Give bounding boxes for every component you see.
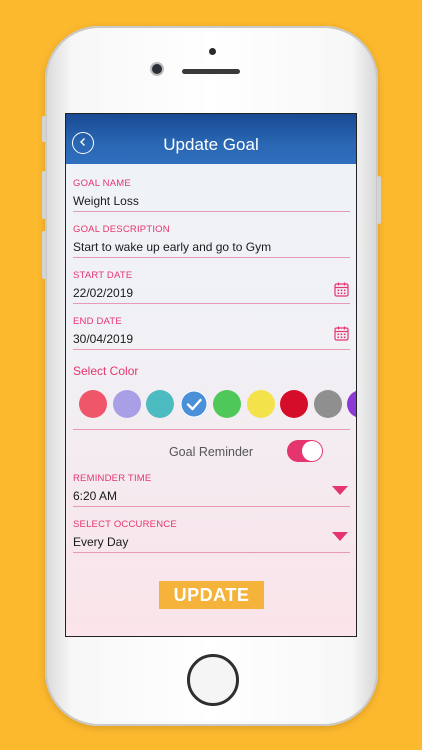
start-date-field[interactable]: 22/02/2019	[73, 286, 133, 300]
dropdown-arrow-icon[interactable]	[332, 532, 348, 541]
end-date-field[interactable]: 30/04/2019	[73, 332, 133, 346]
occurrence-label: SELECT OCCURENCE	[73, 519, 177, 530]
end-date-label: END DATE	[73, 316, 122, 327]
page-title: Update Goal	[163, 135, 259, 154]
color-swatch[interactable]	[347, 390, 356, 418]
color-swatch[interactable]	[246, 390, 275, 418]
divider	[73, 303, 350, 304]
front-camera	[152, 64, 162, 74]
divider	[73, 257, 350, 258]
app-screen: Update Goal GOAL NAME Weight Loss GOAL D…	[65, 113, 357, 637]
volume-down-button	[42, 231, 46, 279]
color-swatch[interactable]	[213, 390, 241, 418]
goal-description-field[interactable]: Start to wake up early and go to Gym	[73, 240, 271, 254]
goal-reminder-toggle[interactable]	[287, 440, 323, 462]
reminder-time-label: REMINDER TIME	[73, 473, 152, 484]
checkmark-icon	[180, 398, 208, 422]
toggle-knob	[302, 441, 322, 461]
color-swatch[interactable]	[146, 390, 174, 418]
divider	[73, 552, 350, 553]
goal-description-label: GOAL DESCRIPTION	[73, 224, 170, 235]
color-swatch[interactable]	[179, 390, 208, 418]
start-date-label: START DATE	[73, 270, 133, 281]
proximity-sensor	[209, 48, 216, 55]
power-button	[377, 176, 381, 224]
select-color-label: Select Color	[73, 364, 139, 378]
calendar-icon[interactable]	[334, 326, 349, 341]
navigation-bar: Update Goal	[66, 114, 356, 164]
volume-up-button	[42, 171, 46, 219]
goal-name-field[interactable]: Weight Loss	[73, 194, 139, 208]
update-button[interactable]: UPDATE	[159, 581, 264, 609]
divider	[73, 349, 350, 350]
color-swatch[interactable]	[112, 390, 141, 418]
occurrence-select[interactable]: Every Day	[73, 535, 128, 549]
mute-switch	[42, 116, 46, 142]
color-swatch[interactable]	[313, 390, 342, 418]
divider	[73, 211, 350, 212]
home-button[interactable]	[187, 654, 239, 706]
color-swatch[interactable]	[280, 390, 308, 418]
color-swatch[interactable]	[79, 390, 107, 418]
goal-name-label: GOAL NAME	[73, 178, 131, 189]
divider	[73, 429, 350, 430]
reminder-time-select[interactable]: 6:20 AM	[73, 489, 117, 503]
divider	[73, 506, 350, 507]
calendar-icon[interactable]	[334, 282, 349, 297]
dropdown-arrow-icon[interactable]	[332, 486, 348, 495]
earpiece-speaker	[182, 69, 240, 74]
